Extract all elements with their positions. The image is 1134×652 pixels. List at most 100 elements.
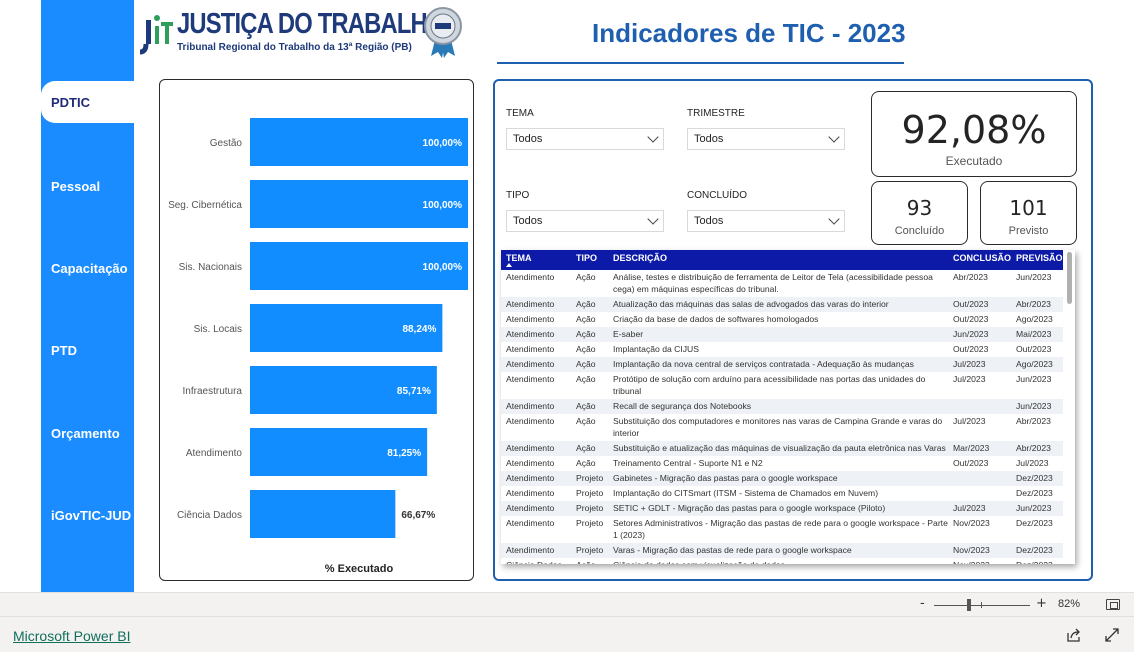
table-row[interactable]: Atendimento Ação Recall de segurança dos N… <box>501 399 1063 414</box>
column-header-previsao[interactable]: PREVISÃO <box>1016 253 1063 263</box>
cell-tema: Atendimento <box>506 545 555 555</box>
table-row[interactable]: Atendimento Ação Substituição dos computad… <box>501 414 1063 441</box>
table-row[interactable]: Atendimento Ação Protótipo de solução com … <box>501 372 1063 399</box>
cell-previsao: Ago/2023 <box>1016 359 1053 369</box>
executado-kpi-value: 92,08% <box>901 108 1047 152</box>
zoom-slider-track[interactable] <box>934 605 1030 606</box>
trimestre-dropdown[interactable]: Todos <box>687 128 845 150</box>
zoom-level: 82% <box>1058 598 1081 610</box>
cell-conclusao: Nov/2023 <box>953 560 1013 564</box>
sidebar-item-capacitacao[interactable]: Capacitação <box>41 247 134 289</box>
cell-tipo: Ação <box>576 443 596 453</box>
table-row[interactable]: Ciência DadosAçãoCiência de dados com vi… <box>501 558 1063 564</box>
table-scrollbar[interactable] <box>1064 250 1075 564</box>
previsto-kpi-card: 101 Previsto <box>980 181 1077 245</box>
table-row[interactable]: Atendimento Projeto SETIC + GDLT - Migraçã… <box>501 501 1063 516</box>
concluido-kpi-card: 93 Concluído <box>871 181 968 245</box>
cell-conclusao: Mar/2023 <box>953 443 990 453</box>
actions-table: TEMA TIPO DESCRIÇÃO CONCLUSÃO PREVISÃO A… <box>501 250 1075 564</box>
cell-tema: Atendimento <box>506 374 555 384</box>
cell-descricao: Varas - Migração das pastas de rede para… <box>613 545 852 555</box>
share-icon[interactable] <box>1066 627 1082 643</box>
data-label: 88,24% <box>402 324 436 335</box>
category-label: Sis. Locais <box>194 324 242 335</box>
column-header-tema[interactable]: TEMA <box>506 253 532 263</box>
zoom-slider-thumb[interactable] <box>967 599 971 611</box>
concluido-dropdown[interactable]: Todos <box>687 210 845 232</box>
cell-tipo: Projeto <box>576 488 604 498</box>
chevron-down-icon <box>828 131 840 143</box>
executed-bar-chart: Gestão 100,00% Seg. Cibernética 100,00% Sis.… <box>159 79 474 581</box>
tema-dropdown[interactable]: Todos <box>506 128 664 150</box>
cell-conclusao: Jul/2023 <box>953 503 986 513</box>
cell-descricao: Criação da base de dados de softwares ho… <box>613 314 819 324</box>
table-body: Atendimento Ação Análise, testes e distrib… <box>501 270 1063 564</box>
category-label: Gestão <box>210 138 243 149</box>
cell-tipo: Projeto <box>576 545 604 555</box>
executado-kpi-card: 92,08% Executado <box>871 91 1077 177</box>
column-header-descricao[interactable]: DESCRIÇÃO <box>613 253 667 263</box>
cell-previsao: Mai/2023 <box>1016 329 1052 339</box>
scrollbar-thumb[interactable] <box>1067 252 1072 304</box>
cell-tema: Atendimento <box>506 473 555 483</box>
table-row[interactable]: Atendimento Projeto Varas - Migração das p… <box>501 543 1063 558</box>
category-label: Infraestrutura <box>183 386 243 397</box>
cell-conclusao: Out/2023 <box>953 458 989 468</box>
table-row[interactable]: Atendimento Ação Criação da base de dados … <box>501 312 1063 327</box>
table-row[interactable]: Atendimento Ação Atualização das máquinas … <box>501 297 1063 312</box>
power-bi-link[interactable]: Microsoft Power BI <box>13 628 130 644</box>
zoom-slider-tick <box>981 602 982 608</box>
cell-descricao: Atualização das máquinas das salas de ad… <box>613 299 889 309</box>
table-row[interactable]: Atendimento Ação E-saber Jun/2023 Mai/2023 <box>501 327 1063 342</box>
previsto-kpi-value: 101 <box>1009 196 1048 220</box>
bar-7[interactable] <box>250 490 396 538</box>
zoom-bar: - + 82% <box>0 592 1134 616</box>
table-row[interactable]: Atendimento Ação Análise, testes e distrib… <box>501 270 1063 297</box>
table-row[interactable]: Atendimento Ação Substituição e atualizaçã… <box>501 441 1063 456</box>
table-row[interactable]: Atendimento Projeto Implantação do CITSmar… <box>501 486 1063 501</box>
sidebar-item-ptd[interactable]: PTD <box>41 329 134 371</box>
cell-previsao: Abr/2023 <box>1016 299 1051 309</box>
fullscreen-icon[interactable] <box>1104 627 1120 643</box>
executado-kpi-label: Executado <box>945 154 1003 168</box>
cell-conclusao: Abr/2023 <box>953 272 988 282</box>
cell-tipo: Projeto <box>576 473 604 483</box>
table-row[interactable]: Atendimento Ação Implantação da nova centr… <box>501 357 1063 372</box>
table-row[interactable]: Atendimento Projeto Gabinetes - Migração d… <box>501 471 1063 486</box>
table-row[interactable]: Atendimento Ação Implantação da CIJUS Out/2… <box>501 342 1063 357</box>
tema-slicer: TEMA Todos <box>506 108 664 150</box>
data-label: 66,67% <box>401 510 435 521</box>
cell-previsao: Dez/2023 <box>1016 488 1053 498</box>
category-label: Sis. Nacionais <box>179 262 242 273</box>
zoom-in-button[interactable]: + <box>1036 596 1047 611</box>
data-label: 81,25% <box>387 448 421 459</box>
title-divider <box>497 62 904 64</box>
previsto-kpi-label: Previsto <box>1008 225 1049 237</box>
cell-previsao: Jul/2023 <box>1016 458 1049 468</box>
sidebar-item-pdtic[interactable]: PDTIC <box>41 81 134 123</box>
cell-tipo: Ação <box>576 374 596 384</box>
cell-conclusao: Out/2023 <box>953 299 989 309</box>
table-row[interactable]: Atendimento Ação Treinamento Central - Sup… <box>501 456 1063 471</box>
cell-tema: Atendimento <box>506 488 555 498</box>
zoom-out-button[interactable]: - <box>920 596 925 611</box>
sidebar-item-igovtic-jud[interactable]: iGovTIC-JUD <box>41 494 134 536</box>
data-label: 100,00% <box>423 138 463 149</box>
tipo-slicer: TIPO Todos <box>506 190 664 232</box>
table-row[interactable]: Atendimento Projeto Setores Administrativo… <box>501 516 1063 543</box>
cell-conclusao: Out/2023 <box>953 314 989 324</box>
cell-previsao: Jun/2023 <box>1016 374 1052 384</box>
tipo-dropdown[interactable]: Todos <box>506 210 664 232</box>
cell-previsao: Abr/2023 <box>1016 416 1051 426</box>
fit-to-page-icon[interactable] <box>1106 599 1120 610</box>
sidebar-item-pessoal[interactable]: Pessoal <box>41 165 134 207</box>
chevron-down-icon <box>647 213 659 225</box>
sidebar-item-orcamento[interactable]: Orçamento <box>41 412 134 454</box>
cell-tema: Atendimento <box>506 443 555 453</box>
category-label: Ciência Dados <box>177 510 242 521</box>
column-header-conclusao[interactable]: CONCLUSÃO <box>953 253 1011 263</box>
power-bi-footer: Microsoft Power BI <box>0 616 1134 652</box>
cell-tema: Atendimento <box>506 401 555 411</box>
column-header-tipo[interactable]: TIPO <box>576 253 597 263</box>
cell-previsao: Abr/2023 <box>1016 443 1051 453</box>
